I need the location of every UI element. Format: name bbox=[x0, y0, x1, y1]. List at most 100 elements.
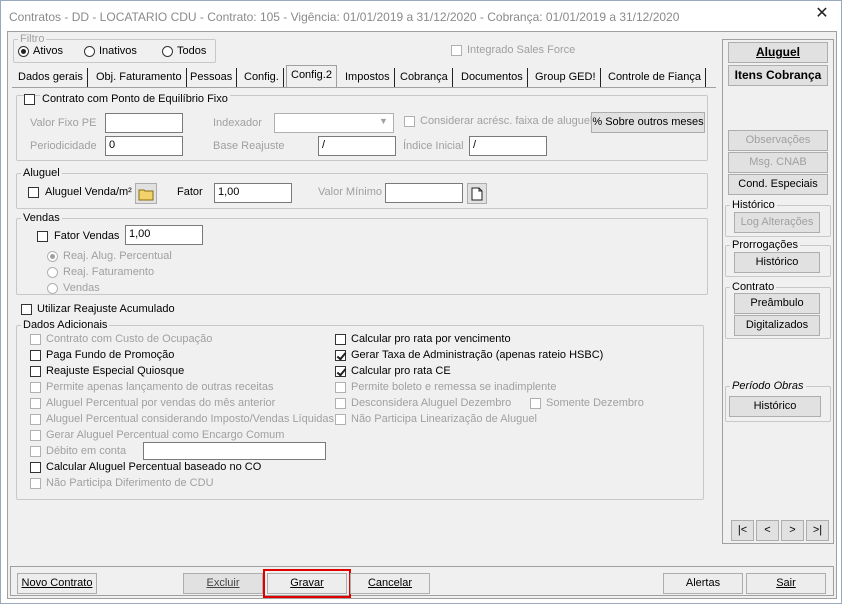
periodo-historico-button[interactable]: Histórico bbox=[729, 396, 821, 417]
sobre-outros-meses-button[interactable]: % Sobre outros meses bbox=[591, 112, 705, 133]
fator-vendas-input[interactable]: 1,00 bbox=[125, 225, 203, 245]
sair-label: Sair bbox=[776, 577, 796, 589]
tab-config2[interactable]: Config.2 bbox=[286, 65, 337, 88]
somente-dezembro-label: Somente Dezembro bbox=[546, 397, 644, 409]
dados-right-checkbox-1[interactable] bbox=[335, 350, 346, 361]
aluguel-button[interactable]: Aluguel bbox=[728, 42, 828, 63]
valor-minimo-input[interactable] bbox=[385, 183, 463, 203]
base-reajuste-input[interactable]: / bbox=[318, 136, 396, 156]
dados-left-checkbox-5[interactable] bbox=[30, 414, 41, 425]
reajuste-acumulado-checkbox[interactable] bbox=[21, 304, 32, 315]
observacoes-button[interactable]: Observações bbox=[728, 130, 828, 151]
aluguel-venda-checkbox[interactable] bbox=[28, 187, 39, 198]
msg-cnab-button[interactable]: Msg. CNAB bbox=[728, 152, 828, 173]
periodo-obras-legend: Período Obras bbox=[732, 380, 804, 392]
gravar-button[interactable]: Gravar bbox=[263, 569, 351, 598]
dados-right-label-1: Gerar Taxa de Administração (apenas rate… bbox=[351, 349, 604, 361]
valor-fixo-label: Valor Fixo PE bbox=[30, 117, 97, 129]
cond-especiais-button[interactable]: Cond. Especiais bbox=[728, 174, 828, 195]
aluguel-venda-label: Aluguel Venda/m² bbox=[45, 186, 132, 198]
dados-left-checkbox-7[interactable] bbox=[30, 446, 41, 457]
dados-left-checkbox-1[interactable] bbox=[30, 350, 41, 361]
tab-pessoas[interactable]: Pessoas bbox=[186, 68, 238, 87]
dados-left-checkbox-4[interactable] bbox=[30, 398, 41, 409]
dados-left-label-1: Paga Fundo de Promoção bbox=[46, 349, 175, 361]
integrado-checkbox[interactable] bbox=[451, 45, 462, 56]
radio-reaj-faturamento[interactable] bbox=[47, 267, 58, 278]
dados-left-checkbox-9[interactable] bbox=[30, 478, 41, 489]
tab-impostos[interactable]: Impostos bbox=[341, 68, 395, 87]
dados-left-checkbox-0[interactable] bbox=[30, 334, 41, 345]
tab-divider bbox=[12, 87, 716, 88]
valor-fixo-input[interactable] bbox=[105, 113, 183, 133]
tab-documentos[interactable]: Documentos bbox=[457, 68, 528, 87]
sair-button[interactable]: Sair bbox=[746, 573, 826, 594]
debito-conta-input[interactable] bbox=[143, 442, 326, 460]
contracts-window: Contratos - DD - LOCATARIO CDU - Contrat… bbox=[0, 0, 842, 604]
tab-cobranca[interactable]: Cobrança bbox=[396, 68, 453, 87]
dados-left-label-2: Reajuste Especial Quiosque bbox=[46, 365, 185, 377]
fator-input[interactable]: 1,00 bbox=[214, 183, 292, 203]
close-icon[interactable]: ✕ bbox=[809, 5, 835, 25]
document-icon[interactable] bbox=[467, 183, 487, 204]
radio-reaj-alug-percentual[interactable] bbox=[47, 251, 58, 262]
log-alteracoes-button[interactable]: Log Alterações bbox=[734, 212, 820, 233]
dados-left-label-7: Débito em conta bbox=[46, 445, 127, 457]
indice-inicial-label: Índice Inicial bbox=[403, 140, 464, 152]
somente-dezembro-checkbox[interactable] bbox=[530, 398, 541, 409]
equilibrio-label: Contrato com Ponto de Equilíbrio Fixo bbox=[40, 93, 230, 105]
tab-obj-faturamento[interactable]: Obj. Faturamento bbox=[92, 68, 187, 87]
dados-right-checkbox-2[interactable] bbox=[335, 366, 346, 377]
prorrogacoes-historico-button[interactable]: Histórico bbox=[734, 252, 820, 273]
valor-minimo-label: Valor Mínimo bbox=[318, 186, 382, 198]
filter-legend: Filtro bbox=[20, 33, 45, 45]
integrado-label: Integrado Sales Force bbox=[467, 44, 576, 56]
novo-contrato-label: Novo Contrato bbox=[21, 577, 93, 589]
nav-last-button[interactable]: >| bbox=[806, 520, 829, 541]
fator-label: Fator bbox=[177, 186, 203, 198]
chevron-down-icon[interactable]: ▼ bbox=[379, 116, 388, 126]
cancelar-button[interactable]: Cancelar bbox=[350, 573, 430, 594]
radio-vendas[interactable] bbox=[47, 283, 58, 294]
tab-controle-fianca[interactable]: Controle de Fiança bbox=[604, 68, 706, 87]
novo-contrato-button[interactable]: Novo Contrato bbox=[17, 573, 97, 594]
periodicidade-input[interactable]: 0 bbox=[105, 136, 183, 156]
indice-inicial-input[interactable]: / bbox=[469, 136, 547, 156]
dados-right-label-2: Calcular pro rata CE bbox=[351, 365, 451, 377]
nav-prev-button[interactable]: < bbox=[756, 520, 779, 541]
dados-left-checkbox-6[interactable] bbox=[30, 430, 41, 441]
nav-first-button[interactable]: |< bbox=[731, 520, 754, 541]
radio-todos-label: Todos bbox=[177, 45, 207, 57]
considerar-checkbox[interactable] bbox=[404, 116, 415, 127]
dados-left-checkbox-2[interactable] bbox=[30, 366, 41, 377]
folder-icon[interactable] bbox=[135, 183, 157, 204]
dados-left-label-3: Permite apenas lançamento de outras rece… bbox=[46, 381, 274, 393]
equilibrio-checkbox[interactable] bbox=[24, 94, 35, 105]
dados-right-checkbox-5[interactable] bbox=[335, 414, 346, 425]
dados-right-label-5: Não Participa Linearização de Aluguel bbox=[351, 413, 537, 425]
dados-left-label-4: Aluguel Percentual por vendas do mês ant… bbox=[46, 397, 276, 409]
radio-ativos[interactable] bbox=[18, 46, 29, 57]
contrato-legend: Contrato bbox=[732, 281, 775, 293]
dados-right-checkbox-3[interactable] bbox=[335, 382, 346, 393]
radio-todos[interactable] bbox=[162, 46, 173, 57]
dados-left-checkbox-8[interactable] bbox=[30, 462, 41, 473]
dados-left-label-5: Aluguel Percentual considerando Imposto/… bbox=[46, 413, 335, 425]
client-area: Filtro Ativos Inativos Todos Integrado S… bbox=[7, 31, 837, 599]
alertas-button[interactable]: Alertas bbox=[663, 573, 743, 594]
excluir-button[interactable]: Excluir bbox=[183, 573, 263, 594]
indexador-select[interactable] bbox=[274, 113, 394, 133]
dados-right-checkbox-4[interactable] bbox=[335, 398, 346, 409]
tab-dados-gerais[interactable]: Dados gerais bbox=[14, 68, 88, 87]
digitalizados-button[interactable]: Digitalizados bbox=[734, 315, 820, 336]
dados-right-checkbox-0[interactable] bbox=[335, 334, 346, 345]
indexador-label: Indexador bbox=[213, 117, 262, 129]
dados-left-checkbox-3[interactable] bbox=[30, 382, 41, 393]
preambulo-button[interactable]: Preâmbulo bbox=[734, 293, 820, 314]
nav-next-button[interactable]: > bbox=[781, 520, 804, 541]
fator-vendas-checkbox[interactable] bbox=[37, 231, 48, 242]
itens-cobranca-button[interactable]: Itens Cobrança bbox=[728, 65, 828, 86]
radio-inativos[interactable] bbox=[84, 46, 95, 57]
tab-config[interactable]: Config. bbox=[240, 68, 284, 87]
tab-group-ged[interactable]: Group GED! bbox=[531, 68, 601, 87]
